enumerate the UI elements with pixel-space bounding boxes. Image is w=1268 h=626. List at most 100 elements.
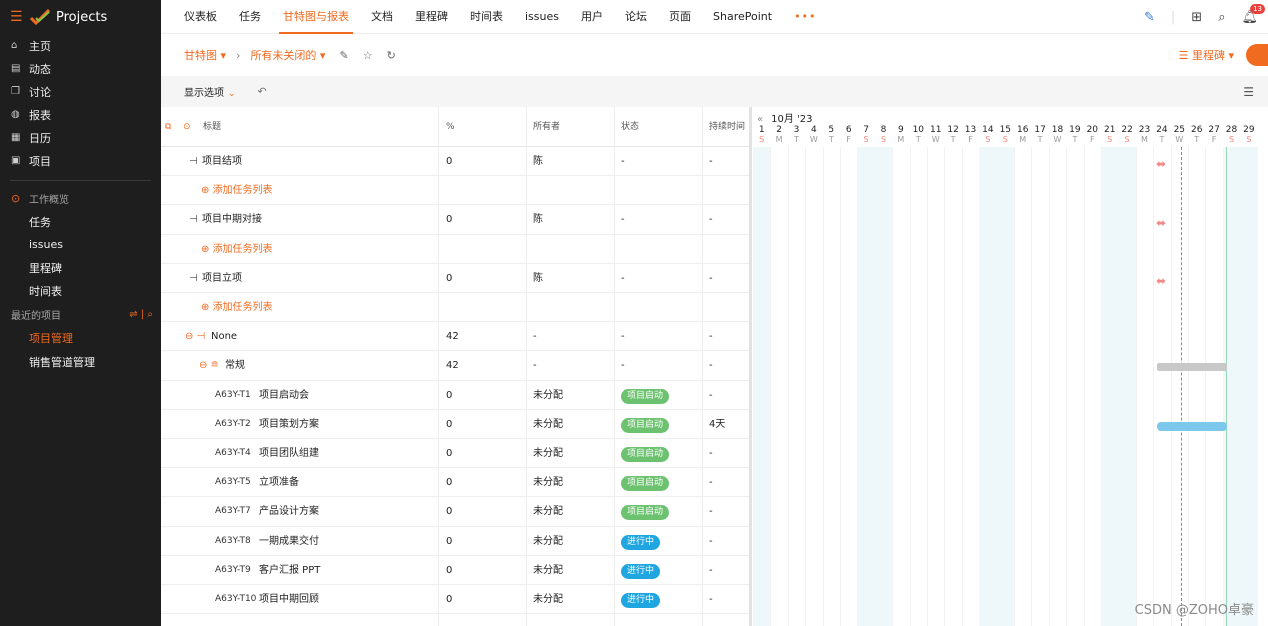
task-row[interactable]: A63Y-T5 立项准备 0 未分配 项目启动 - (161, 468, 749, 498)
task-bar[interactable] (1157, 422, 1227, 431)
view-selector[interactable]: 甘特图 ▾ (184, 47, 226, 63)
milestone-marker[interactable]: ⬌ (1156, 157, 1166, 171)
task-title[interactable]: 客户汇报 PPT (259, 556, 320, 585)
milestone-title[interactable]: 项目立项 (202, 264, 242, 293)
nav-tab[interactable]: 文档 (360, 0, 404, 34)
task-row[interactable]: A63Y-T9 客户汇报 PPT 0 未分配 进行中 - (161, 556, 749, 585)
nav-tab[interactable]: 时间表 (459, 0, 514, 34)
filter-selector[interactable]: 所有未关闭的 ▾ (250, 47, 325, 63)
milestone-marker[interactable]: ⬌ (1156, 274, 1166, 288)
milestone-button[interactable]: ☰ 里程碑 ▾ (1179, 47, 1234, 63)
status-badge[interactable]: 项目启动 (621, 476, 670, 492)
prev-arrow-icon[interactable]: « (757, 114, 763, 125)
search-icon[interactable]: ⌕ (1218, 10, 1225, 25)
notification-bell-icon[interactable]: 🔔︎ 13 (1241, 3, 1265, 25)
header-percent[interactable]: % (446, 107, 455, 147)
nav-tab[interactable]: issues (514, 0, 570, 34)
sidebar-item-3[interactable]: ◍ 报表 (0, 103, 161, 126)
grid-tools-icon[interactable]: ⧉ (165, 107, 171, 147)
collapse-all-icon[interactable]: ⊙ (183, 107, 191, 147)
task-title[interactable]: 一期成果交付 (259, 527, 319, 556)
sidebar-sub-item[interactable]: issues (0, 233, 161, 256)
nav-tab[interactable]: 任务 (228, 0, 272, 34)
milestone-row[interactable]: ⊣ 项目立项 0 陈 - - (161, 264, 749, 293)
nav-tab[interactable]: 仪表板 (173, 0, 228, 34)
task-row[interactable]: A63Y-T10 项目中期回顾 0 未分配 进行中 - (161, 585, 749, 615)
section-work-overview[interactable]: ⊙ 工作概览 (0, 187, 161, 210)
group-row[interactable]: ⊖ ⊣ None 42 - - - (161, 322, 749, 352)
sidebar-sub-item[interactable]: 任务 (0, 210, 161, 233)
add-button[interactable] (1246, 44, 1268, 66)
task-title[interactable]: 项目启动会 (259, 381, 309, 410)
status-badge[interactable]: 项目启动 (621, 388, 670, 404)
add-tasklist-row[interactable]: ⊕ 添加任务列表 (161, 235, 749, 264)
milestone-title[interactable]: 项目中期对接 (202, 205, 262, 234)
refresh-icon[interactable]: ↻ (387, 49, 396, 62)
task-row[interactable]: A63Y-T4 项目团队组建 0 未分配 项目启动 - (161, 439, 749, 469)
add-icon[interactable]: ⊞ (1191, 10, 1202, 25)
header-duration[interactable]: 持续时间 (709, 107, 745, 147)
task-row[interactable]: A63Y-T8 一期成果交付 0 未分配 进行中 - (161, 527, 749, 556)
column-settings-icon[interactable]: ☰ (1243, 85, 1254, 99)
search-icon[interactable]: ⌕ (147, 309, 153, 320)
sidebar-sub-item[interactable]: 里程碑 (0, 256, 161, 279)
list-title[interactable]: 常规 (225, 351, 245, 380)
task-row[interactable]: A63Y-T7 产品设计方案 0 未分配 项目启动 - (161, 497, 749, 527)
add-tasklist-row[interactable]: ⊕ 添加任务列表 (161, 293, 749, 323)
recent-project[interactable]: 销售管道管理 (0, 350, 161, 374)
milestone-icon[interactable]: ⊣ (189, 205, 198, 234)
edit-icon[interactable]: ✎ (339, 49, 348, 62)
add-tasklist-row[interactable]: ⊕ 添加任务列表 (161, 176, 749, 206)
status-badge[interactable]: 项目启动 (621, 447, 670, 462)
nav-tab[interactable]: 甘特图与报表 (272, 0, 360, 34)
header-title[interactable]: 标题 (203, 107, 221, 147)
task-title[interactable]: 立项准备 (259, 468, 299, 497)
nav-tab[interactable]: 里程碑 (404, 0, 459, 34)
milestone-title[interactable]: 项目结项 (202, 147, 242, 176)
star-icon[interactable]: ☆ (363, 49, 373, 62)
add-tasklist-link[interactable]: ⊕ 添加任务列表 (201, 176, 273, 205)
app-name[interactable]: Projects (56, 10, 107, 25)
task-title[interactable]: 产品设计方案 (259, 497, 319, 526)
list-icon[interactable]: ⊖ ≘ (199, 351, 219, 380)
task-title[interactable]: 项目策划方案 (259, 410, 319, 439)
status-badge[interactable]: 进行中 (621, 593, 661, 608)
collapse-icon[interactable]: ⊙ (11, 192, 29, 205)
milestone-row[interactable]: ⊣ 项目结项 0 陈 - - (161, 147, 749, 177)
status-badge[interactable]: 项目启动 (621, 417, 670, 433)
group-icon[interactable]: ⊖ ⊣ (185, 322, 205, 351)
list-row[interactable]: ⊖ ≘ 常规 42 - - - (161, 351, 749, 381)
sidebar-item-2[interactable]: ❐ 讨论 (0, 80, 161, 103)
sidebar-sub-item[interactable]: 时间表 (0, 279, 161, 302)
nav-tab[interactable]: SharePoint (702, 0, 783, 34)
list-summary-bar[interactable] (1157, 363, 1227, 371)
milestone-marker[interactable]: ⬌ (1156, 216, 1166, 230)
sidebar-item-1[interactable]: ▤ 动态 (0, 57, 161, 80)
add-tasklist-link[interactable]: ⊕ 添加任务列表 (201, 293, 273, 322)
status-badge[interactable]: 项目启动 (621, 505, 670, 521)
nav-tab[interactable]: 用户 (570, 0, 614, 34)
nav-tab[interactable]: 页面 (658, 0, 702, 34)
task-title[interactable]: 项目团队组建 (259, 439, 319, 468)
filter-icon[interactable]: ⇌ (129, 309, 137, 320)
more-tabs-button[interactable]: ••• (783, 0, 827, 34)
header-status[interactable]: 状态 (621, 107, 639, 147)
recent-project[interactable]: 项目管理 (0, 326, 161, 350)
group-title[interactable]: None (211, 322, 237, 351)
status-badge[interactable]: 进行中 (621, 534, 661, 550)
header-owner[interactable]: 所有者 (533, 107, 560, 147)
task-title[interactable]: 项目中期回顾 (259, 585, 319, 614)
milestone-icon[interactable]: ⊣ (189, 147, 198, 176)
quill-icon[interactable]: ✎ (1144, 10, 1155, 25)
sidebar-item-4[interactable]: ▦ 日历 (0, 126, 161, 149)
hamburger-menu-icon[interactable]: ☰ (10, 9, 30, 25)
milestone-icon[interactable]: ⊣ (189, 264, 198, 293)
sidebar-item-0[interactable]: ⌂ 主页 (0, 34, 161, 57)
add-tasklist-link[interactable]: ⊕ 添加任务列表 (201, 235, 273, 264)
task-row[interactable]: A63Y-T1 项目启动会 0 未分配 项目启动 - (161, 381, 749, 410)
undo-icon[interactable]: ↶ (258, 85, 267, 98)
nav-tab[interactable]: 论坛 (614, 0, 658, 34)
task-row[interactable]: A63Y-T2 项目策划方案 0 未分配 项目启动 4天 (161, 410, 749, 439)
display-options-button[interactable]: 显示选项 ⌄ (184, 84, 236, 99)
sidebar-item-5[interactable]: ▣ 项目 (0, 149, 161, 172)
